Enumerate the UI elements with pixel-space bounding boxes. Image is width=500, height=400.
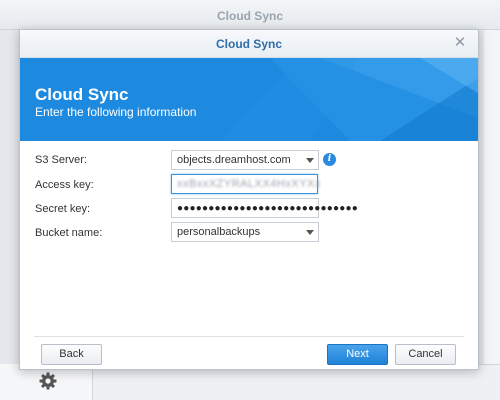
access-key-input[interactable]: xxBxxXZYRALXX4HxXYXx [171, 174, 321, 194]
chevron-down-icon[interactable] [306, 230, 314, 235]
secret-key-label: Secret key: [35, 203, 91, 215]
close-icon[interactable]: ✕ [452, 35, 468, 51]
s3-server-label: S3 Server: [35, 154, 87, 166]
cloud-sync-dialog: Cloud Sync ✕ Cloud Sync Enter the follow… [19, 29, 479, 370]
banner-subtitle: Enter the following information [35, 105, 197, 119]
background-window-title: Cloud Sync [0, 0, 500, 30]
info-icon[interactable]: i [323, 153, 336, 166]
dialog-title: Cloud Sync [215, 37, 282, 51]
back-button[interactable]: Back [41, 344, 102, 365]
chevron-down-icon[interactable] [306, 158, 314, 163]
cancel-button[interactable]: Cancel [395, 344, 456, 365]
secret-key-input[interactable]: ●●●●●●●●●●●●●●●●●●●●●●●●●●●●● [171, 198, 358, 218]
dialog-banner: Cloud Sync Enter the following informati… [20, 58, 478, 141]
s3-server-value: objects.dreamhost.com [177, 154, 291, 166]
bucket-name-label: Bucket name: [35, 227, 103, 239]
background-side-panel [484, 30, 500, 400]
bucket-name-select[interactable]: personalbackups [171, 222, 319, 242]
footer-divider [34, 336, 464, 337]
s3-server-select[interactable]: objects.dreamhost.com [171, 150, 319, 170]
gear-icon[interactable] [38, 371, 58, 391]
banner-title: Cloud Sync [35, 85, 129, 104]
access-key-value: xxBxxXZYRALXX4HxXYXx [177, 178, 321, 190]
bucket-name-value: personalbackups [177, 226, 261, 238]
secret-key-value: ●●●●●●●●●●●●●●●●●●●●●●●●●●●●● [177, 203, 358, 214]
access-key-label: Access key: [35, 179, 94, 191]
next-button[interactable]: Next [327, 344, 388, 365]
dialog-titlebar[interactable]: Cloud Sync [20, 30, 478, 58]
